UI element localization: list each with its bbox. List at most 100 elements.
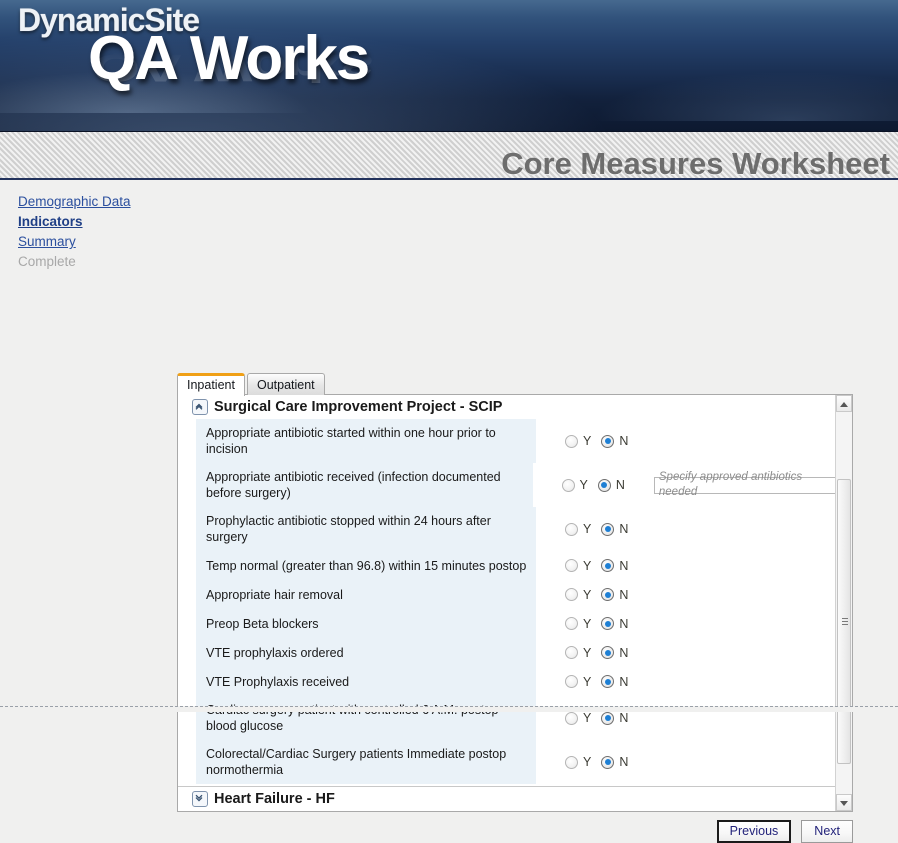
window-bottom-edge bbox=[0, 706, 898, 712]
answer-group: Y N bbox=[565, 675, 635, 689]
section-header-heart-failure[interactable]: Heart Failure - HF bbox=[178, 786, 836, 811]
answer-group: Y N bbox=[562, 478, 632, 492]
question-row: Appropriate antibiotic received (infecti… bbox=[178, 463, 836, 507]
scrollbar-grip-icon bbox=[842, 618, 848, 626]
question-label: VTE prophylaxis ordered bbox=[196, 638, 536, 668]
scroll-down-button[interactable] bbox=[836, 794, 852, 811]
radio-yes[interactable] bbox=[565, 756, 578, 769]
sidebar-item-indicators[interactable]: Indicators bbox=[18, 212, 158, 232]
answer-group: Y N bbox=[565, 434, 635, 448]
answer-group: Y N bbox=[565, 522, 635, 536]
sidebar-item-complete: Complete bbox=[18, 252, 158, 272]
question-label: Cardiac surgery patient with controlled … bbox=[196, 696, 536, 740]
radio-no[interactable] bbox=[601, 435, 614, 448]
question-row: Cardiac surgery patient with controlled … bbox=[178, 696, 836, 740]
radio-no-label: N bbox=[619, 675, 628, 689]
radio-yes[interactable] bbox=[562, 479, 575, 492]
radio-yes-label: Y bbox=[583, 617, 591, 631]
question-label: VTE Prophylaxis received bbox=[196, 667, 536, 697]
question-label: Appropriate antibiotic received (infecti… bbox=[196, 463, 533, 507]
radio-no-label: N bbox=[619, 559, 628, 573]
banner-glow-right bbox=[538, 31, 898, 121]
page-body: Demographic Data Indicators Summary Comp… bbox=[0, 180, 898, 713]
tabstrip: Inpatient Outpatient bbox=[177, 373, 325, 395]
question-row: Prophylactic antibiotic stopped within 2… bbox=[178, 507, 836, 551]
app-banner: DynamicSite QA Works QA Works bbox=[0, 0, 898, 132]
answer-group: Y N bbox=[565, 588, 635, 602]
radio-no[interactable] bbox=[601, 712, 614, 725]
radio-no[interactable] bbox=[601, 756, 614, 769]
radio-no-label: N bbox=[616, 478, 625, 492]
section-title-scip: Surgical Care Improvement Project - SCIP bbox=[214, 399, 502, 415]
radio-yes[interactable] bbox=[565, 559, 578, 572]
radio-yes[interactable] bbox=[565, 712, 578, 725]
radio-yes-label: Y bbox=[583, 522, 591, 536]
radio-yes-label: Y bbox=[583, 711, 591, 725]
question-label: Preop Beta blockers bbox=[196, 609, 536, 639]
question-label: Colorectal/Cardiac Surgery patients Imme… bbox=[196, 740, 536, 784]
specify-antibiotics-input[interactable]: Specify approved antibiotics needed bbox=[654, 477, 836, 494]
radio-no-label: N bbox=[619, 755, 628, 769]
question-row: VTE Prophylaxis received Y N bbox=[178, 667, 836, 696]
radio-no-label: N bbox=[619, 434, 628, 448]
question-label: Appropriate hair removal bbox=[196, 580, 536, 610]
question-label: Appropriate antibiotic started within on… bbox=[196, 419, 536, 463]
worksheet-title-band: Core Measures Worksheet bbox=[0, 132, 898, 180]
radio-no-label: N bbox=[619, 646, 628, 660]
answer-group: Y N bbox=[565, 711, 635, 725]
section-header-scip[interactable]: Surgical Care Improvement Project - SCIP bbox=[178, 395, 836, 419]
previous-button[interactable]: Previous bbox=[717, 820, 792, 843]
wizard-sidebar: Demographic Data Indicators Summary Comp… bbox=[18, 192, 158, 272]
question-row: Preop Beta blockers Y N bbox=[178, 609, 836, 638]
question-row: Appropriate antibiotic started within on… bbox=[178, 419, 836, 463]
radio-no-label: N bbox=[619, 617, 628, 631]
section-title-heart-failure: Heart Failure - HF bbox=[214, 791, 335, 807]
question-row: Colorectal/Cardiac Surgery patients Imme… bbox=[178, 740, 836, 784]
radio-no[interactable] bbox=[601, 588, 614, 601]
wizard-navigation-buttons: Previous Next bbox=[717, 820, 853, 843]
radio-no[interactable] bbox=[601, 559, 614, 572]
question-label: Temp normal (greater than 96.8) within 1… bbox=[196, 551, 536, 581]
next-button[interactable]: Next bbox=[801, 820, 853, 843]
answer-group: Y N bbox=[565, 617, 635, 631]
radio-yes[interactable] bbox=[565, 523, 578, 536]
radio-yes-label: Y bbox=[583, 755, 591, 769]
radio-no-label: N bbox=[619, 522, 628, 536]
indicators-panel: Surgical Care Improvement Project - SCIP… bbox=[177, 394, 853, 812]
radio-yes[interactable] bbox=[565, 675, 578, 688]
radio-yes[interactable] bbox=[565, 646, 578, 659]
answer-group: Y N bbox=[565, 559, 635, 573]
question-row: Appropriate hair removal Y N bbox=[178, 580, 836, 609]
question-row: VTE prophylaxis ordered Y N bbox=[178, 638, 836, 667]
answer-group: Y N bbox=[565, 755, 635, 769]
indicators-scroll-content: Surgical Care Improvement Project - SCIP… bbox=[178, 395, 836, 811]
scrollbar-thumb[interactable] bbox=[837, 479, 851, 764]
radio-yes[interactable] bbox=[565, 588, 578, 601]
radio-no[interactable] bbox=[598, 479, 611, 492]
radio-yes[interactable] bbox=[565, 435, 578, 448]
sidebar-item-demographic-data[interactable]: Demographic Data bbox=[18, 192, 158, 212]
radio-yes-label: Y bbox=[580, 478, 588, 492]
radio-yes-label: Y bbox=[583, 434, 591, 448]
answer-group: Y N bbox=[565, 646, 635, 660]
scroll-up-arrow-icon bbox=[840, 402, 848, 407]
radio-yes-label: Y bbox=[583, 559, 591, 573]
radio-no-label: N bbox=[619, 711, 628, 725]
sidebar-item-summary[interactable]: Summary bbox=[18, 232, 158, 252]
radio-yes[interactable] bbox=[565, 617, 578, 630]
radio-no[interactable] bbox=[601, 675, 614, 688]
radio-no[interactable] bbox=[601, 646, 614, 659]
collapse-chevron-up-icon[interactable] bbox=[192, 399, 208, 415]
scroll-up-button[interactable] bbox=[836, 395, 852, 412]
radio-no-label: N bbox=[619, 588, 628, 602]
tab-inpatient[interactable]: Inpatient bbox=[177, 373, 245, 396]
radio-yes-label: Y bbox=[583, 588, 591, 602]
radio-no[interactable] bbox=[601, 617, 614, 630]
expand-chevron-down-icon[interactable] bbox=[192, 791, 208, 807]
radio-yes-label: Y bbox=[583, 675, 591, 689]
scroll-down-arrow-icon bbox=[840, 801, 848, 806]
page-title: Core Measures Worksheet bbox=[501, 146, 890, 180]
vertical-scrollbar[interactable] bbox=[835, 395, 852, 811]
radio-no[interactable] bbox=[601, 523, 614, 536]
tab-outpatient[interactable]: Outpatient bbox=[247, 373, 325, 395]
